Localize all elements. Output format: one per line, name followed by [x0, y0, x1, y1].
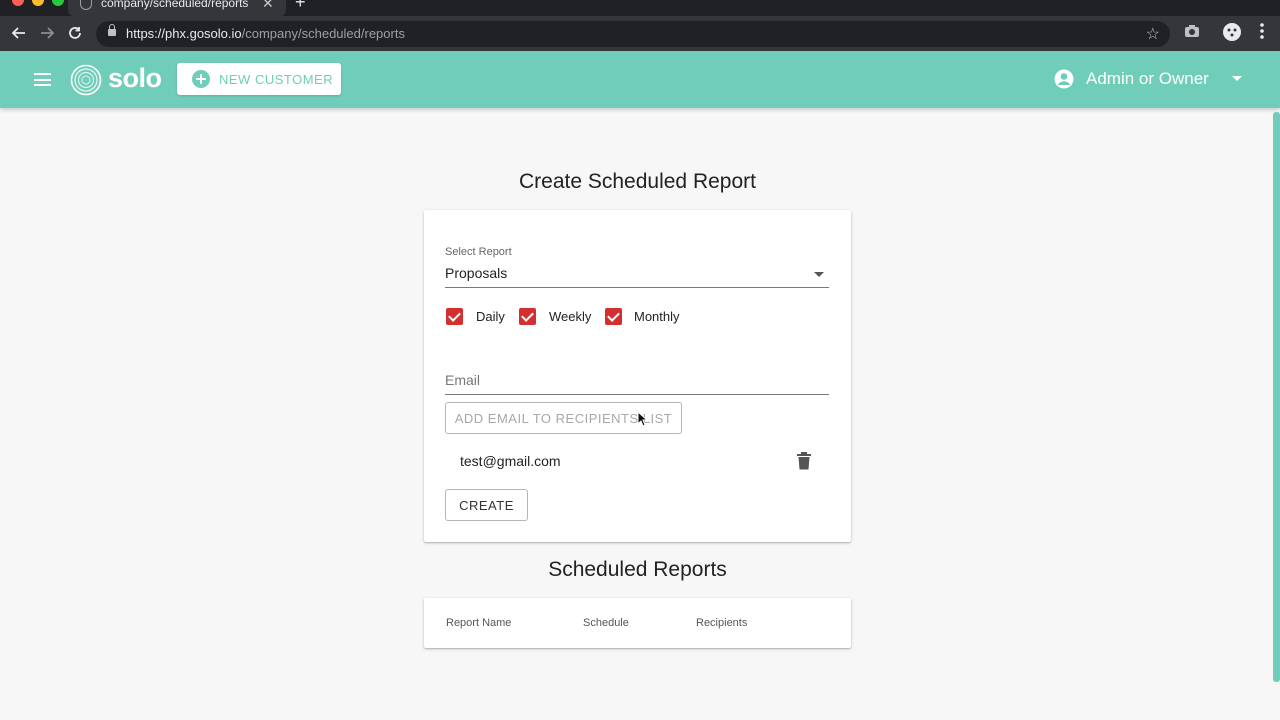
daily-checkbox[interactable] [446, 308, 463, 325]
tab-close-icon[interactable]: ✕ [262, 0, 274, 11]
new-customer-label: NEW CUSTOMER [219, 72, 334, 87]
url-text: https://phx.gosolo.io/company/scheduled/… [126, 26, 405, 41]
minimize-window-button[interactable] [32, 0, 44, 6]
solo-logo-icon [70, 64, 102, 96]
extension-icon[interactable] [1222, 22, 1242, 47]
recipient-email: test@gmail.com [460, 453, 561, 469]
caret-down-icon[interactable] [1232, 76, 1242, 81]
caret-down-icon [814, 272, 824, 277]
close-window-button[interactable] [12, 0, 24, 6]
mouse-cursor-icon [637, 410, 649, 427]
user-menu-label[interactable]: Admin or Owner [1086, 69, 1209, 89]
back-arrow-icon[interactable] [8, 22, 30, 44]
bookmark-star-icon[interactable]: ☆ [1146, 24, 1160, 44]
new-customer-button[interactable]: NEW CUSTOMER [177, 63, 341, 95]
daily-label: Daily [476, 309, 505, 324]
scheduled-reports-title: Scheduled Reports [548, 558, 727, 581]
weekly-checkbox[interactable] [519, 308, 536, 325]
column-schedule[interactable]: Schedule [583, 617, 629, 629]
menu-icon[interactable] [34, 73, 51, 86]
select-report-value: Proposals [445, 265, 508, 281]
more-menu-icon[interactable] [1260, 22, 1264, 45]
monthly-label: Monthly [634, 309, 680, 324]
tab-title: company/scheduled/reports [101, 0, 249, 10]
forward-arrow-icon[interactable] [36, 22, 58, 44]
lock-icon [108, 24, 116, 36]
page-scrollbar[interactable] [1273, 112, 1280, 682]
monthly-checkbox[interactable] [605, 308, 622, 325]
create-button[interactable]: CREATE [445, 489, 528, 521]
account-circle-icon[interactable] [1054, 69, 1074, 89]
camera-icon[interactable] [1184, 24, 1200, 43]
trash-icon[interactable] [796, 452, 812, 470]
app-header: solo NEW CUSTOMER Admin or Owner [0, 51, 1280, 108]
select-report-label: Select Report [445, 246, 512, 258]
browser-tab[interactable]: company/scheduled/reports ✕ [68, 0, 286, 16]
select-underline [445, 287, 829, 288]
email-underline [445, 394, 829, 395]
globe-icon [80, 0, 92, 10]
reload-icon[interactable] [64, 22, 86, 44]
browser-toolbar: https://phx.gosolo.io/company/scheduled/… [0, 16, 1280, 51]
maximize-window-button[interactable] [52, 0, 64, 6]
address-bar[interactable]: https://phx.gosolo.io/company/scheduled/… [96, 21, 1170, 47]
browser-tab-bar: company/scheduled/reports ✕ + [0, 0, 1280, 16]
create-report-title: Create Scheduled Report [519, 170, 756, 193]
column-recipients[interactable]: Recipients [696, 617, 747, 629]
scheduled-reports-table: Report Name Schedule Recipients [424, 598, 851, 648]
new-tab-button[interactable]: + [295, 0, 306, 11]
add-circle-icon [192, 70, 210, 88]
create-report-card: Select Report Proposals Daily Weekly Mon… [424, 210, 851, 542]
logo-text[interactable]: solo [108, 63, 162, 94]
column-report-name[interactable]: Report Name [446, 617, 511, 629]
email-placeholder: Email [445, 372, 481, 388]
weekly-label: Weekly [549, 309, 592, 324]
